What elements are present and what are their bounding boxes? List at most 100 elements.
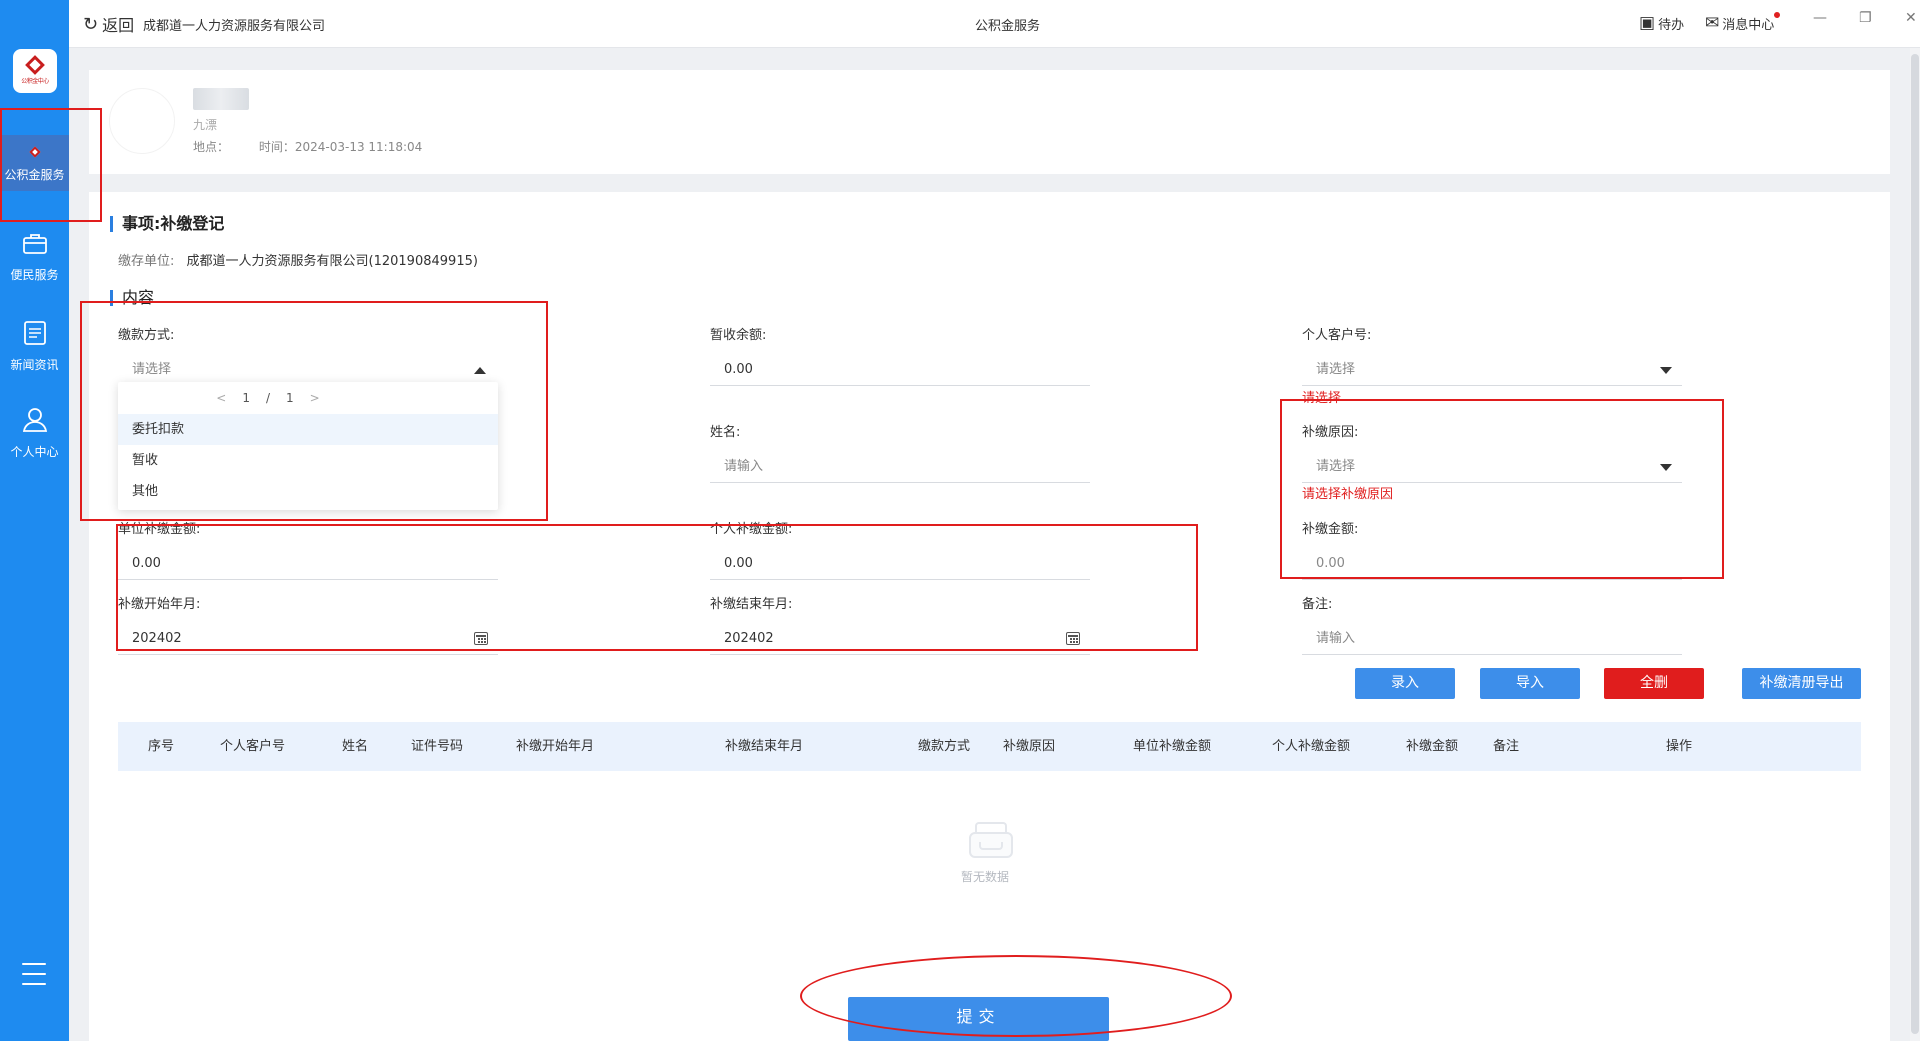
temp-balance-value: 0.00 (710, 356, 1090, 386)
empty-inbox-icon (963, 820, 1019, 860)
personal-amount-input[interactable]: 0.00 (710, 550, 1090, 580)
fund-logo-icon (27, 144, 43, 160)
back-button[interactable]: ↻ 返回 (83, 12, 134, 36)
message-center-button[interactable]: ✉ 消息中心 (1705, 11, 1781, 33)
col-header: 补缴结束年月 (725, 739, 804, 754)
avatar (109, 88, 175, 154)
col-header: 姓名 (342, 739, 369, 754)
personal-account-select[interactable]: 请选择 (1302, 356, 1682, 386)
user-icon (21, 407, 49, 439)
scrollbar-thumb[interactable] (1911, 54, 1919, 1034)
end-month-picker[interactable]: 202402 (710, 625, 1090, 655)
unread-dot (1774, 11, 1781, 18)
sidebar-item-label: 个人中心 (10, 445, 59, 459)
total-pages: 1 (286, 391, 294, 405)
payment-method-label: 缴款方式: (118, 328, 175, 343)
col-header: 备注 (1493, 739, 1520, 754)
submit-button[interactable]: 提交 (848, 997, 1109, 1041)
fund-logo-icon (25, 54, 45, 75)
next-page-icon[interactable]: > (310, 391, 320, 405)
calendar-icon (1066, 632, 1080, 645)
temp-balance-field: 暂收余额: 0.00 (710, 324, 1090, 386)
top-bar: ↻ 返回 成都道一人力资源服务有限公司 公积金服务 ▣ 待办 ✉ 消息中心 — … (69, 0, 1920, 48)
total-amount-value: 0.00 (1302, 550, 1682, 580)
enter-button[interactable]: 录入 (1355, 668, 1455, 699)
app-logo: 公积金中心 (13, 49, 57, 93)
col-header: 个人客户号 (220, 739, 286, 754)
unit-amount-field: 单位补缴金额: 0.00 (118, 518, 498, 580)
info-meta: 地点： 时间：2024-03-13 11:18:04 (193, 138, 448, 155)
page-separator: / (265, 391, 271, 405)
sidebar-item-label: 便民服务 (10, 268, 59, 282)
col-header: 补缴原因 (1003, 739, 1056, 754)
close-icon[interactable]: ✕ (1905, 10, 1917, 26)
todo-label: 待办 (1658, 17, 1685, 33)
empty-text: 暂无数据 (961, 870, 1010, 884)
col-header: 序号 (148, 739, 175, 754)
reason-error: 请选择补缴原因 (1302, 487, 1394, 502)
import-button[interactable]: 导入 (1480, 668, 1580, 699)
sidebar-item-personal[interactable]: 个人中心 (0, 407, 69, 460)
remark-input[interactable]: 请输入 (1302, 625, 1682, 655)
hamburger-icon[interactable] (22, 963, 46, 985)
page-title: 公积金服务 (975, 19, 1041, 34)
logo-text: 公积金中心 (21, 77, 49, 85)
total-amount-field: 补缴金额: 0.00 (1302, 518, 1682, 580)
delete-all-button[interactable]: 全删 (1604, 668, 1704, 699)
col-header: 单位补缴金额 (1133, 739, 1212, 754)
current-page: 1 (242, 391, 250, 405)
prev-page-icon[interactable]: < (216, 391, 226, 405)
briefcase-icon (22, 232, 48, 262)
news-icon (22, 320, 48, 352)
reason-label: 补缴原因: (1302, 425, 1359, 440)
payment-method-field: 缴款方式: 请选择 (118, 324, 498, 386)
col-header: 补缴开始年月 (516, 739, 595, 754)
col-header: 个人补缴金额 (1272, 739, 1351, 754)
total-amount-label: 补缴金额: (1302, 522, 1359, 537)
end-month-field: 补缴结束年月: 202402 (710, 593, 1090, 655)
personal-account-label: 个人客户号: (1302, 328, 1372, 343)
end-month-label: 补缴结束年月: (710, 597, 793, 612)
personal-account-error: 请选择 (1302, 391, 1342, 406)
blurred-name (193, 88, 249, 110)
sidebar-item-label: 新闻资讯 (10, 358, 59, 372)
dropdown-pager: < 1 / 1 > (118, 382, 498, 414)
start-month-label: 补缴开始年月: (118, 597, 201, 612)
dropdown-option[interactable]: 其他 (118, 476, 498, 507)
personal-account-field: 个人客户号: 请选择 (1302, 324, 1682, 386)
unit-amount-input[interactable]: 0.00 (118, 550, 498, 580)
sidebar-item-fund-service[interactable]: 公积金服务 (0, 135, 69, 191)
sidebar-item-label: 公积金服务 (4, 167, 65, 182)
unit-label: 缴存单位: (118, 254, 175, 269)
name-input[interactable]: 请输入 (710, 453, 1090, 483)
todo-button[interactable]: ▣ 待办 (1639, 13, 1684, 33)
restore-icon[interactable]: ❐ (1859, 10, 1872, 26)
sidebar-item-news[interactable]: 新闻资讯 (0, 320, 69, 373)
content-title: 内容 (110, 290, 154, 306)
payment-method-dropdown: < 1 / 1 > 委托扣款 暂收 其他 (118, 382, 498, 510)
info-card: 九漂 地点： 时间：2024-03-13 11:18:04 (89, 70, 1890, 174)
col-header: 缴款方式 (918, 739, 971, 754)
personal-amount-label: 个人补缴金额: (710, 522, 793, 537)
dropdown-option[interactable]: 委托扣款 (118, 414, 498, 445)
caret-down-icon (1660, 464, 1672, 471)
remark-label: 备注: (1302, 597, 1333, 612)
matter-title: 事项:补缴登记 (110, 216, 224, 232)
sidebar-item-convenience[interactable]: 便民服务 (0, 232, 69, 283)
col-header: 补缴金额 (1406, 739, 1459, 754)
temp-balance-label: 暂收余额: (710, 328, 767, 343)
dropdown-option[interactable]: 暂收 (118, 445, 498, 476)
reason-select[interactable]: 请选择 (1302, 453, 1682, 483)
back-label: 返回 (102, 16, 135, 35)
export-button[interactable]: 补缴清册导出 (1742, 668, 1861, 699)
col-header: 操作 (1666, 739, 1693, 754)
blurred-subtext: 九漂 (193, 118, 218, 132)
caret-down-icon (1660, 367, 1672, 374)
name-field: 姓名: 请输入 (710, 421, 1090, 483)
minimize-icon[interactable]: — (1813, 10, 1827, 26)
mail-icon: ✉ (1705, 13, 1720, 33)
table-header: 序号 个人客户号 姓名 证件号码 补缴开始年月 补缴结束年月 缴款方式 补缴原因… (118, 722, 1861, 771)
start-month-picker[interactable]: 202402 (118, 625, 498, 655)
unit-amount-label: 单位补缴金额: (118, 522, 201, 537)
col-header: 证件号码 (411, 739, 464, 754)
